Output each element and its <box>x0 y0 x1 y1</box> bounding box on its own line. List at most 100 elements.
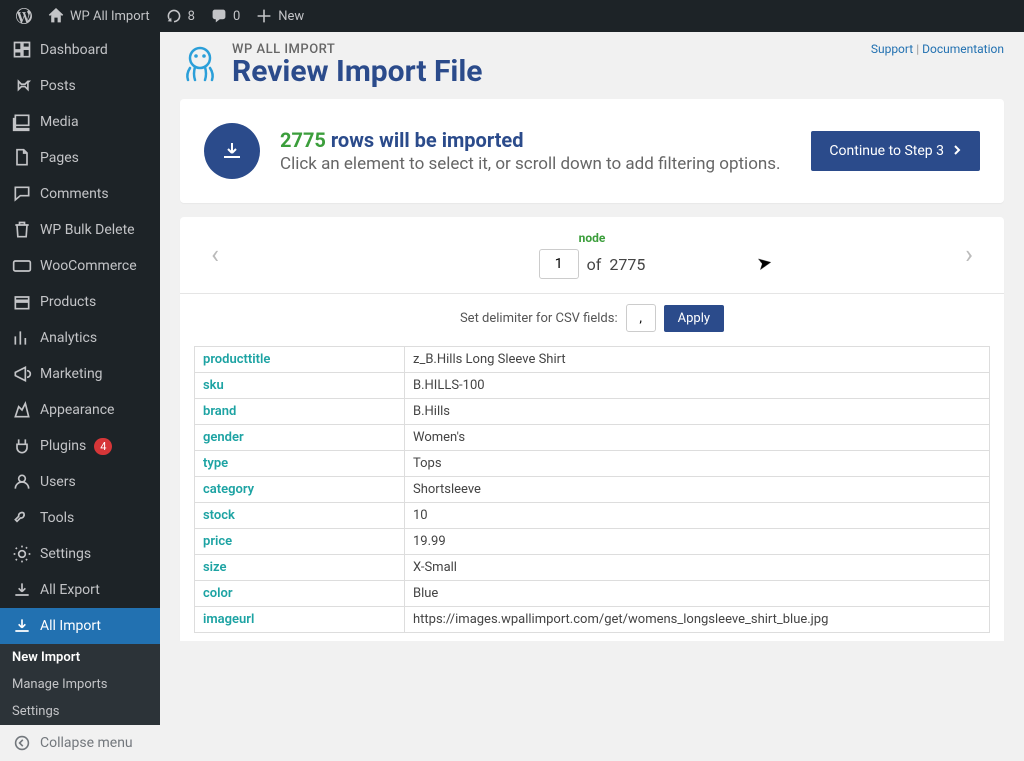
delimiter-input[interactable] <box>626 304 656 332</box>
sidebar-item-marketing[interactable]: Marketing <box>0 356 160 392</box>
sidebar-item-woocommerce[interactable]: WooCommerce <box>0 248 160 284</box>
apply-delimiter-button[interactable]: Apply <box>664 305 724 332</box>
comments-link[interactable]: 0 <box>203 0 248 32</box>
field-value: 10 <box>405 503 990 529</box>
sidebar-item-label: Users <box>40 474 76 490</box>
plugin-logo <box>180 42 220 82</box>
collapse-icon <box>12 733 32 753</box>
record-preview-panel: ‹ node of 2775 › Set delimiter for CSV f… <box>180 217 1004 641</box>
sidebar-item-posts[interactable]: Posts <box>0 68 160 104</box>
table-row[interactable]: genderWomen's <box>195 425 990 451</box>
collapse-menu[interactable]: Collapse menu <box>0 725 160 761</box>
wp-logo[interactable] <box>8 0 40 32</box>
sidebar-item-label: All Export <box>40 582 100 598</box>
plugins-icon <box>12 436 32 456</box>
sidebar-item-label: Pages <box>40 150 79 166</box>
sidebar-item-tools[interactable]: Tools <box>0 500 160 536</box>
field-value: Blue <box>405 581 990 607</box>
page-icon <box>12 148 32 168</box>
table-row[interactable]: sizeX-Small <box>195 555 990 581</box>
sidebar-item-plugins[interactable]: Plugins4 <box>0 428 160 464</box>
chevron-right-icon <box>952 143 962 159</box>
total-records: 2775 <box>609 255 645 274</box>
table-row[interactable]: stock10 <box>195 503 990 529</box>
field-key: brand <box>195 399 405 425</box>
sidebar-item-label: Products <box>40 294 96 310</box>
field-value: https://images.wpallimport.com/get/women… <box>405 607 990 633</box>
sidebar-item-pages[interactable]: Pages <box>0 140 160 176</box>
field-key: imageurl <box>195 607 405 633</box>
sidebar-item-label: Media <box>40 114 79 130</box>
update-badge: 4 <box>94 438 112 455</box>
submenu-item-manage-imports[interactable]: Manage Imports <box>0 671 160 698</box>
field-key: color <box>195 581 405 607</box>
prev-record-button[interactable]: ‹ <box>200 240 230 270</box>
field-value: Women's <box>405 425 990 451</box>
table-row[interactable]: producttitlez_B.Hills Long Sleeve Shirt <box>195 347 990 373</box>
sidebar-item-label: Dashboard <box>40 42 108 58</box>
field-value: Shortsleeve <box>405 477 990 503</box>
next-record-button[interactable]: › <box>954 240 984 270</box>
continue-button[interactable]: Continue to Step 3 <box>811 131 980 171</box>
refresh-icon <box>166 8 182 24</box>
field-value: 19.99 <box>405 529 990 555</box>
sidebar-item-label: Marketing <box>40 366 103 382</box>
field-value: X-Small <box>405 555 990 581</box>
sidebar-item-wp-bulk-delete[interactable]: WP Bulk Delete <box>0 212 160 248</box>
table-row[interactable]: typeTops <box>195 451 990 477</box>
table-row[interactable]: brandB.Hills <box>195 399 990 425</box>
download-icon <box>204 123 260 179</box>
submenu-item-settings[interactable]: Settings <box>0 698 160 725</box>
delimiter-label: Set delimiter for CSV fields: <box>460 311 618 326</box>
marketing-icon <box>12 364 32 384</box>
admin-bar: WP All Import 8 0 New <box>0 0 1024 32</box>
admin-sidebar: Dashboard Posts Media Pages CommentsWP Bulk … <box>0 32 160 641</box>
sidebar-item-users[interactable]: Users <box>0 464 160 500</box>
field-key: category <box>195 477 405 503</box>
import-summary-callout: 2775 rows will be imported Click an elem… <box>180 99 1004 203</box>
table-row[interactable]: imageurlhttps://images.wpallimport.com/g… <box>195 607 990 633</box>
sidebar-item-products[interactable]: Products <box>0 284 160 320</box>
trash-icon <box>12 220 32 240</box>
table-row[interactable]: colorBlue <box>195 581 990 607</box>
analytics-icon <box>12 328 32 348</box>
sidebar-item-media[interactable]: Media <box>0 104 160 140</box>
field-key: stock <box>195 503 405 529</box>
field-key: type <box>195 451 405 477</box>
media-icon <box>12 112 32 132</box>
tools-icon <box>12 508 32 528</box>
record-fields-table: producttitlez_B.Hills Long Sleeve Shirts… <box>194 346 990 633</box>
table-row[interactable]: price19.99 <box>195 529 990 555</box>
sidebar-item-appearance[interactable]: Appearance <box>0 392 160 428</box>
appearance-icon <box>12 400 32 420</box>
pin-icon <box>12 76 32 96</box>
page-title: Review Import File <box>232 57 483 87</box>
table-row[interactable]: categoryShortsleeve <box>195 477 990 503</box>
node-label: node <box>539 231 646 245</box>
sidebar-item-analytics[interactable]: Analytics <box>0 320 160 356</box>
support-link[interactable]: Support <box>871 42 913 56</box>
table-row[interactable]: skuB.HILLS-100 <box>195 373 990 399</box>
record-number-input[interactable] <box>539 249 579 279</box>
export-icon <box>12 580 32 600</box>
sidebar-item-all-import[interactable]: All Import <box>0 608 160 644</box>
field-key: producttitle <box>195 347 405 373</box>
sidebar-item-label: WooCommerce <box>40 258 137 274</box>
sidebar-item-label: All Import <box>40 618 101 634</box>
sidebar-item-dashboard[interactable]: Dashboard <box>0 32 160 68</box>
sidebar-item-comments[interactable]: Comments <box>0 176 160 212</box>
site-name-link[interactable]: WP All Import <box>40 0 158 32</box>
sidebar-item-settings[interactable]: Settings <box>0 536 160 572</box>
sidebar-item-label: Settings <box>40 546 91 562</box>
comment-icon <box>12 184 32 204</box>
settings-icon <box>12 544 32 564</box>
submenu-item-new-import[interactable]: New Import <box>0 644 160 671</box>
new-content-link[interactable]: New <box>248 0 312 32</box>
row-count: 2775 <box>280 128 326 152</box>
row-count-suffix: rows will be imported <box>331 128 524 152</box>
wordpress-icon <box>16 8 32 24</box>
docs-link[interactable]: Documentation <box>922 42 1004 56</box>
updates-link[interactable]: 8 <box>158 0 203 32</box>
sidebar-item-all-export[interactable]: All Export <box>0 572 160 608</box>
products-icon <box>12 292 32 312</box>
